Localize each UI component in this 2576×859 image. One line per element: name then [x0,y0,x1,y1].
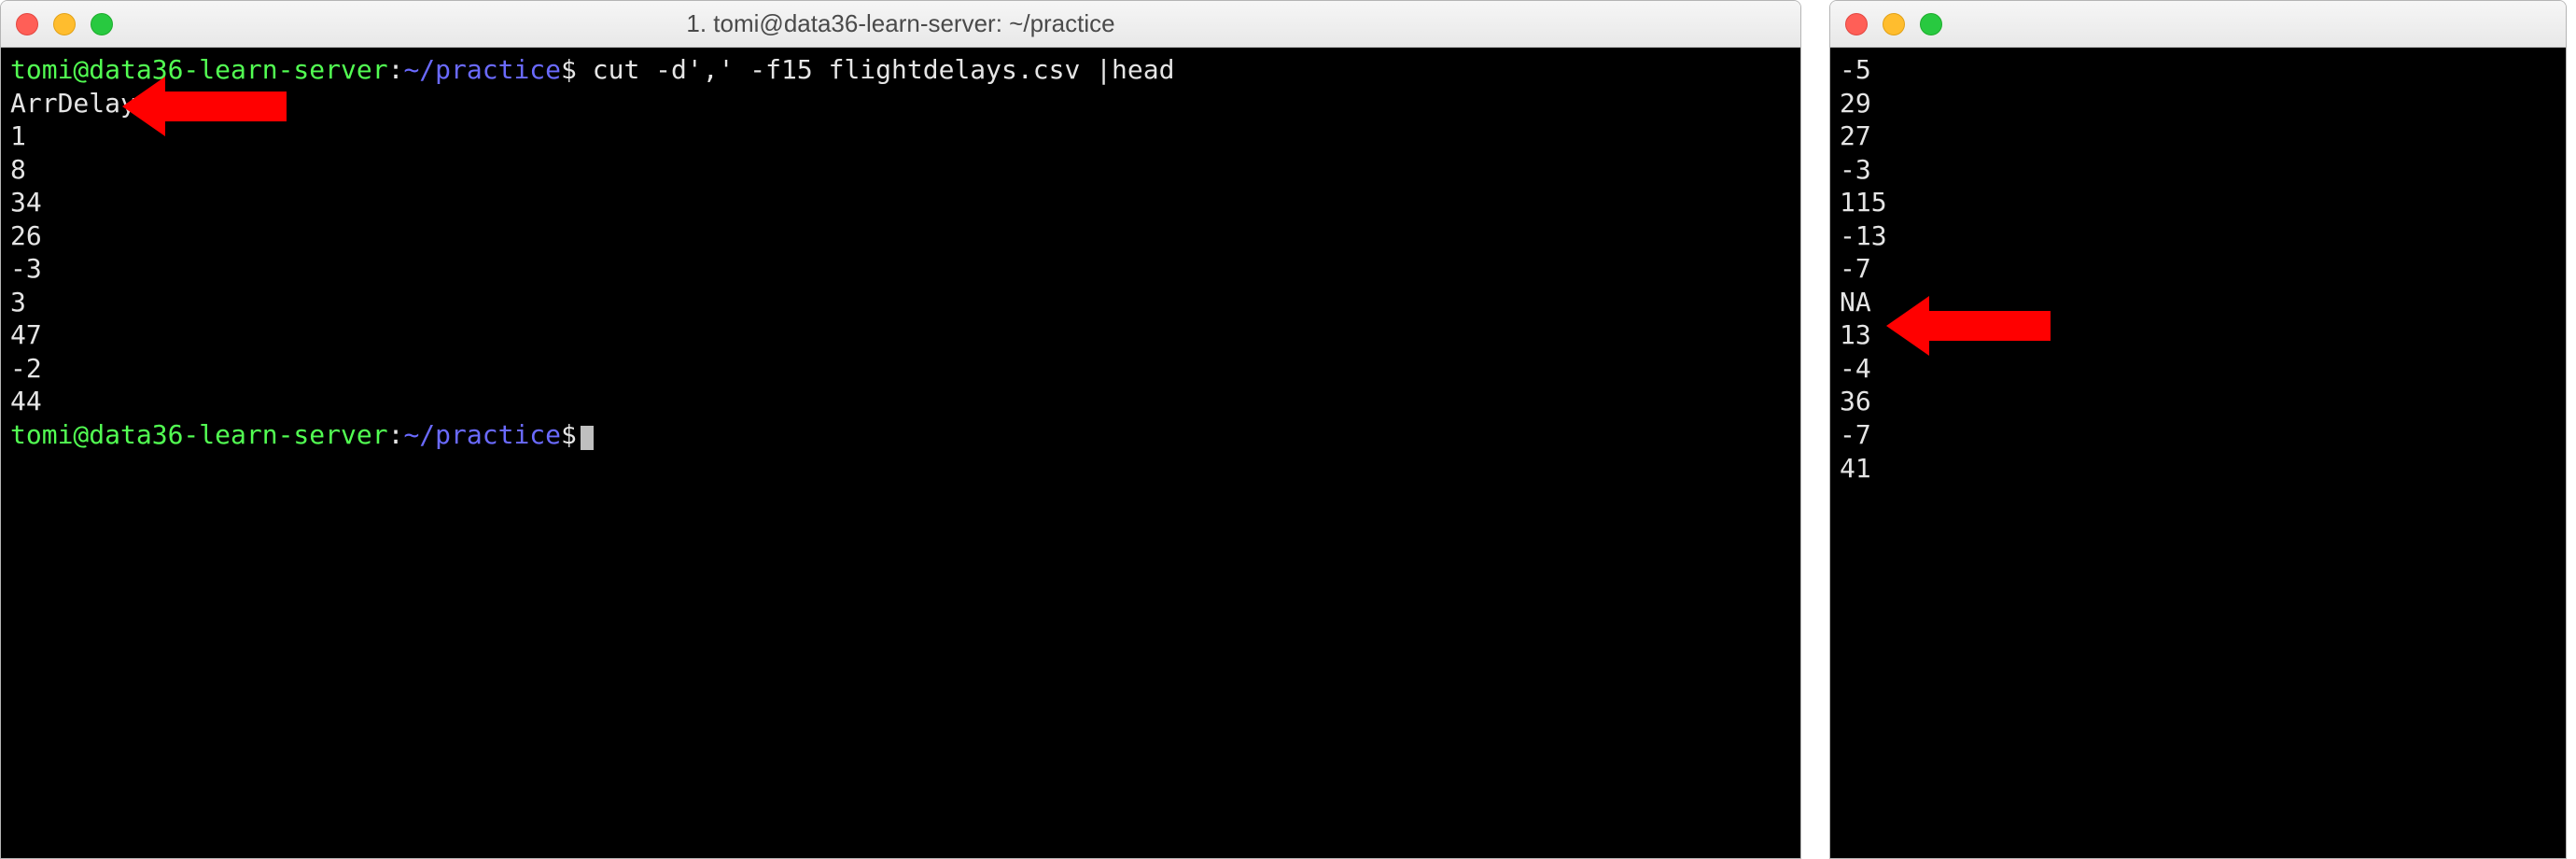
close-icon[interactable] [1845,13,1868,35]
cursor-icon [581,426,594,450]
window-title: 1. tomi@data36-learn-server: ~/practice [686,9,1114,38]
prompt-dollar: $ [561,54,577,85]
terminal-body[interactable]: -5 29 27 -3 115 -13 -7 NA 13 -4 36 -7 41 [1830,48,2566,858]
traffic-lights [16,13,113,35]
prompt-path: ~/practice [403,54,561,85]
close-icon[interactable] [16,13,38,35]
traffic-lights [1845,13,1942,35]
output-line: 47 [10,318,1791,352]
output-line: -3 [1840,153,2556,187]
output-line: -13 [1840,219,2556,253]
output-line: 115 [1840,186,2556,219]
maximize-icon[interactable] [1920,13,1942,35]
titlebar[interactable] [1830,1,2566,48]
output-line: 27 [1840,120,2556,153]
terminal-body[interactable]: tomi@data36-learn-server:~/practice$ cut… [1,48,1800,858]
output-line: 44 [10,385,1791,418]
output-line: -3 [10,252,1791,286]
arrow-annotation-icon [122,77,287,136]
prompt-line-empty: tomi@data36-learn-server:~/practice$ [10,418,1791,452]
arrow-annotation-icon [1886,296,2051,356]
arrow-head-icon [122,77,165,136]
minimize-icon[interactable] [53,13,76,35]
prompt-dollar: $ [561,419,577,450]
minimize-icon[interactable] [1883,13,1905,35]
arrow-shaft-icon [165,92,287,121]
prompt-user-host: tomi@data36-learn-server [10,419,388,450]
output-line: 26 [10,219,1791,253]
prompt-colon: : [388,54,404,85]
output-line: -4 [1840,352,2556,386]
arrow-shaft-icon [1929,311,2051,341]
terminal-window-right: -5 29 27 -3 115 -13 -7 NA 13 -4 36 -7 41 [1829,0,2567,859]
arrow-head-icon [1886,296,1929,356]
prompt-path: ~/practice [403,419,561,450]
output-line: 36 [1840,385,2556,418]
output-line: 8 [10,153,1791,187]
output-line: 29 [1840,87,2556,120]
command-text: cut -d',' -f15 flightdelays.csv |head [577,54,1175,85]
maximize-icon[interactable] [91,13,113,35]
output-line: 41 [1840,452,2556,486]
titlebar[interactable]: 1. tomi@data36-learn-server: ~/practice [1,1,1800,48]
output-line: -2 [10,352,1791,386]
prompt-colon: : [388,419,404,450]
output-line: -5 [1840,53,2556,87]
output-line: 3 [10,286,1791,319]
terminal-window-left: 1. tomi@data36-learn-server: ~/practice … [0,0,1801,859]
output-line: -7 [1840,252,2556,286]
output-line: 34 [10,186,1791,219]
output-line: -7 [1840,418,2556,452]
